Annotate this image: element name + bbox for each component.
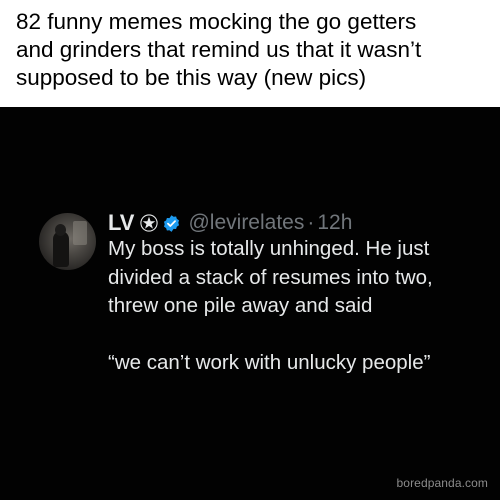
user-handle: @levirelates	[188, 211, 305, 234]
tweet-header: LV @levirelates · 12h	[108, 208, 352, 238]
avatar	[39, 213, 96, 270]
caption-line: and grinders that remind us that it wasn…	[16, 37, 422, 62]
caption-line: supposed to be this way (new pics)	[16, 65, 367, 90]
separator-dot: ·	[307, 211, 315, 234]
tweet-body: My boss is totally unhinged. He just div…	[108, 235, 493, 378]
timestamp: 12h	[317, 211, 353, 234]
display-name: LV	[108, 210, 135, 235]
watermark: boredpanda.com	[396, 476, 488, 490]
tweet-line: threw one pile away and said	[108, 294, 373, 317]
tweet-line: divided a stack of resumes into two,	[108, 265, 433, 289]
verified-badge-icon	[162, 214, 181, 233]
tweet-screenshot: LV @levirelates · 12h My boss is totally…	[0, 107, 500, 500]
caption-line: 82 funny memes mocking the go getters	[16, 9, 417, 34]
tweet-line: My boss is totally unhinged. He just	[108, 237, 430, 260]
star-icon	[140, 214, 159, 232]
tweet-quote: “we can’t work with unlucky people”	[108, 351, 431, 374]
article-caption: 82 funny memes mocking the go getters an…	[0, 0, 500, 107]
